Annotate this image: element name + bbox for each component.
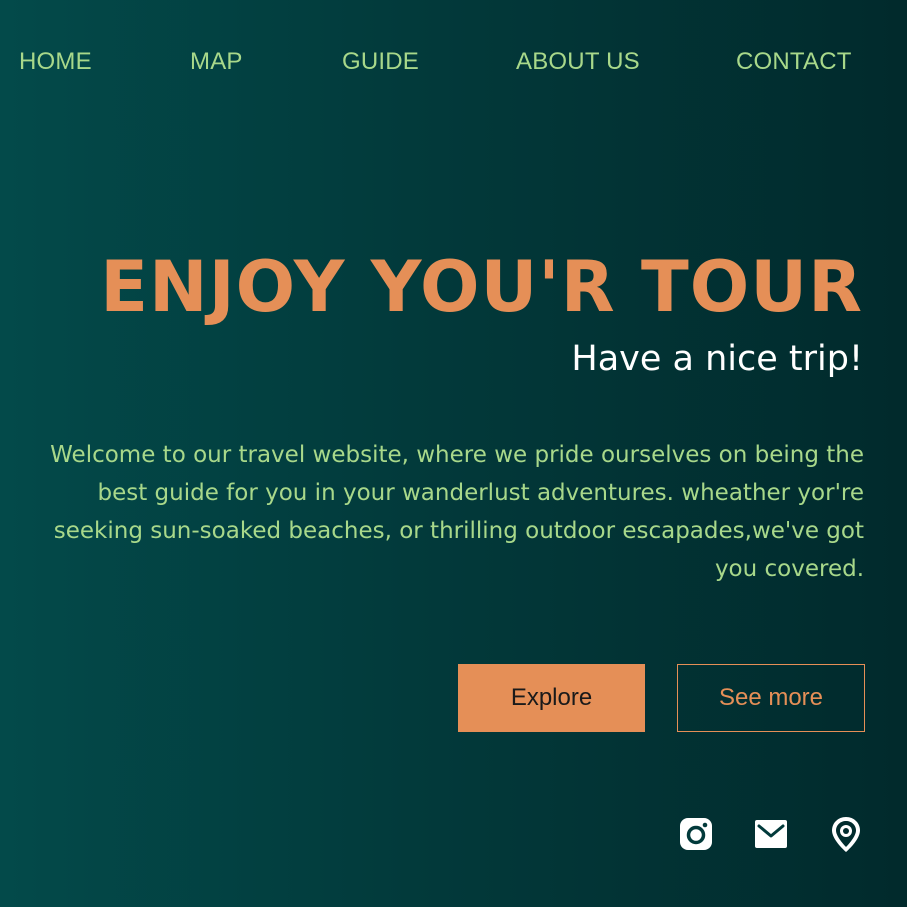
nav-contact-link[interactable]: CONTACT [736,44,852,80]
hero-description: Welcome to our travel website, where we … [50,442,864,582]
nav-about-us-link[interactable]: ABOUT US [516,44,640,80]
hero-title: ENJOY YOU'R TOUR [100,246,863,328]
main-nav: HOME MAP GUIDE ABOUT US CONTACT [0,44,907,80]
nav-guide-link[interactable]: GUIDE [342,44,419,80]
nav-home-link[interactable]: HOME [19,44,92,80]
explore-button[interactable]: Explore [458,664,645,732]
nav-map-link[interactable]: MAP [190,44,243,80]
see-more-button[interactable]: See more [677,664,865,732]
location-pin-icon[interactable] [826,814,866,854]
hero-subtitle: Have a nice trip! [571,339,863,379]
social-icons [0,814,907,856]
mail-icon[interactable] [751,814,791,854]
instagram-icon[interactable] [676,814,716,854]
